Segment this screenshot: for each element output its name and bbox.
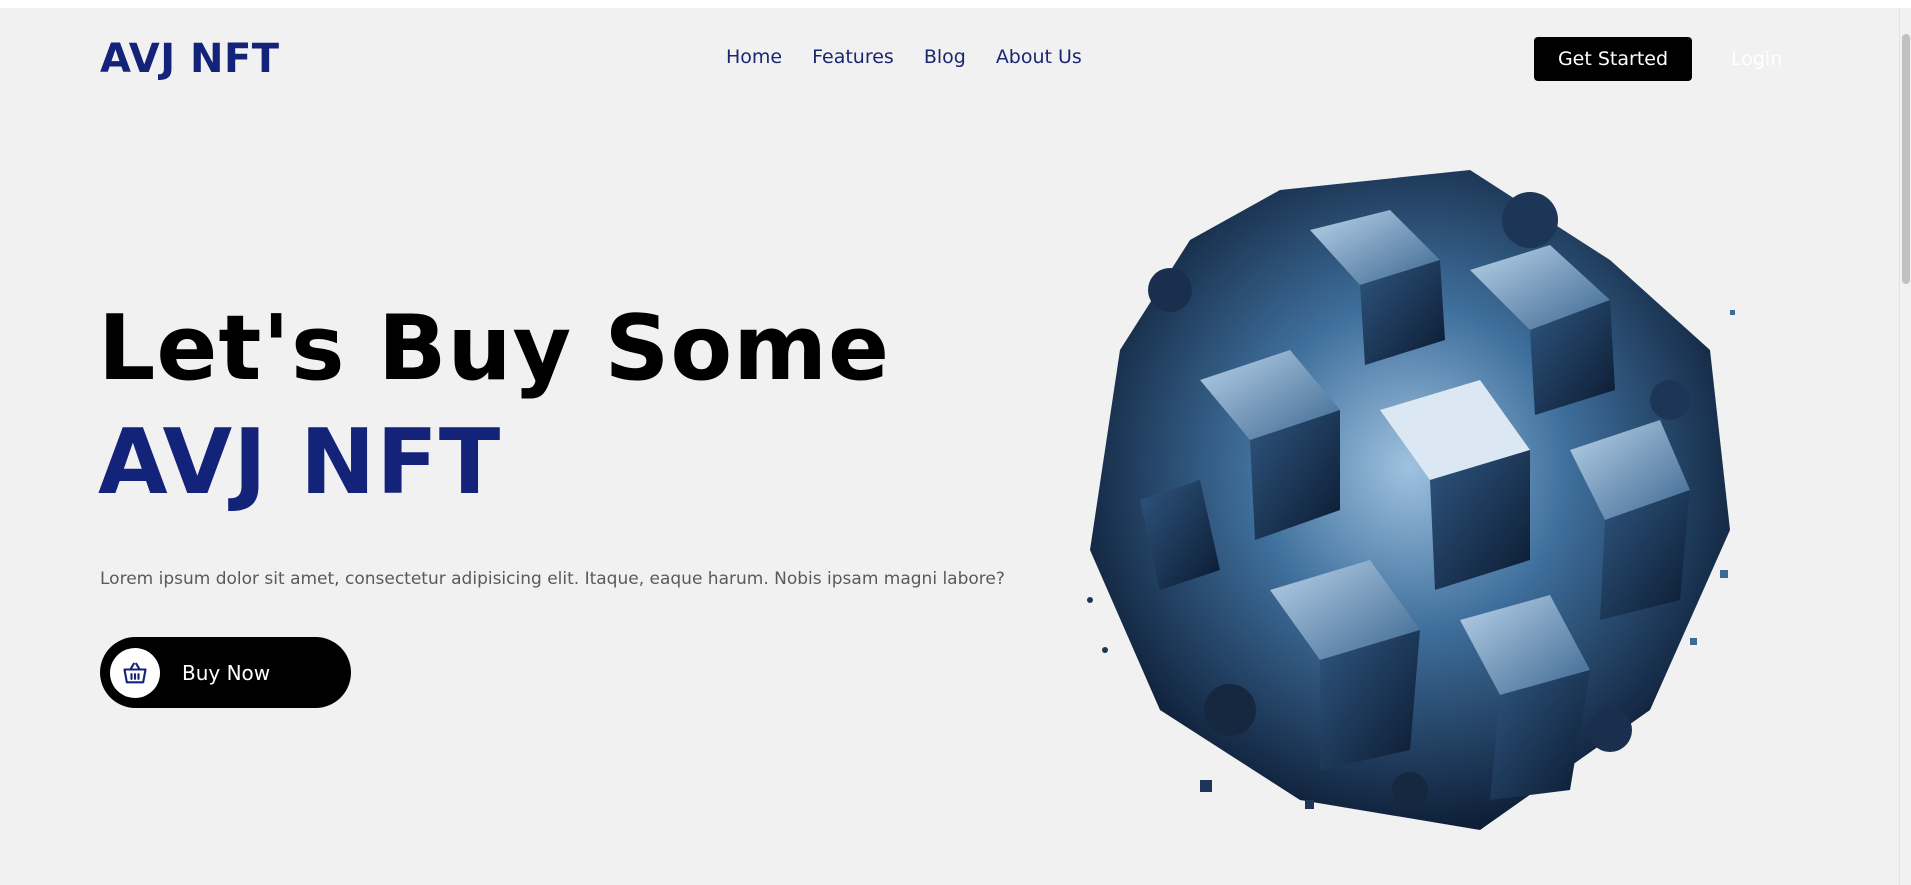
login-link[interactable]: Login bbox=[1731, 48, 1782, 70]
hero-title-line1: Let's Buy Some bbox=[98, 296, 891, 401]
buy-now-label: Buy Now bbox=[182, 660, 271, 685]
nav-features[interactable]: Features bbox=[812, 46, 894, 68]
nav-home[interactable]: Home bbox=[726, 46, 782, 68]
scrollbar-thumb[interactable] bbox=[1902, 34, 1910, 284]
browser-top-strip bbox=[0, 0, 1911, 8]
get-started-button[interactable]: Get Started bbox=[1534, 37, 1692, 81]
hero-title-line2: AVJ NFT bbox=[98, 410, 502, 515]
hero-description: Lorem ipsum dolor sit amet, consectetur … bbox=[100, 569, 1005, 589]
main-nav: Home Features Blog About Us bbox=[726, 46, 1082, 68]
basket-icon bbox=[110, 647, 160, 698]
nav-about-us[interactable]: About Us bbox=[996, 46, 1082, 68]
site-logo[interactable]: AVJ NFT bbox=[100, 36, 280, 82]
page-scrollbar[interactable] bbox=[1899, 8, 1911, 885]
nft-artwork bbox=[1050, 150, 1800, 850]
nav-blog[interactable]: Blog bbox=[924, 46, 966, 68]
buy-now-button[interactable]: Buy Now bbox=[100, 637, 351, 708]
